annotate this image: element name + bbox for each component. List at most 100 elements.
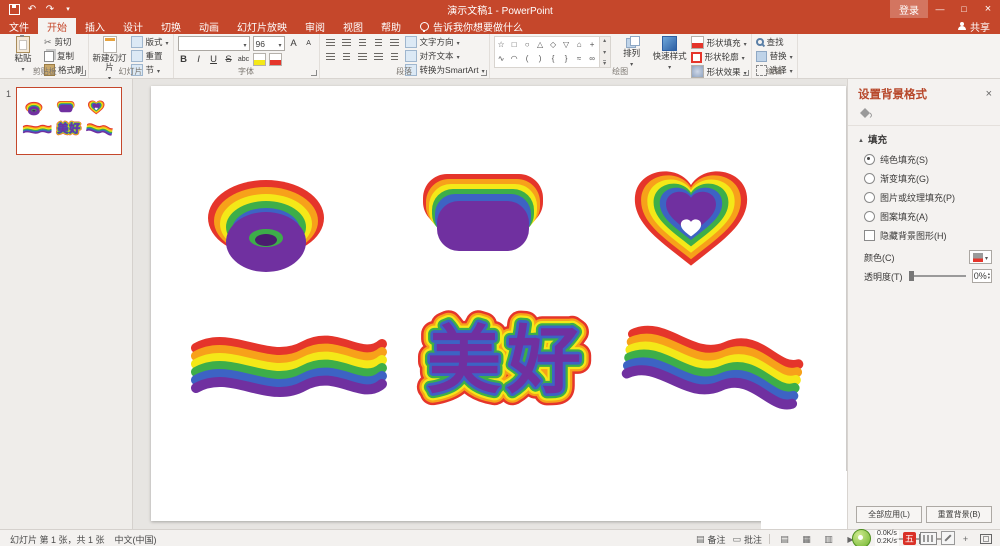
reset-background-button[interactable]: 重置背景(B) xyxy=(926,506,992,523)
slide-sorter-button[interactable] xyxy=(799,534,814,545)
bold-button[interactable]: B xyxy=(178,54,190,65)
shape-gallery-item[interactable]: ◠ xyxy=(508,51,521,65)
transparency-value-field[interactable]: 0% xyxy=(972,269,992,283)
tab-home[interactable]: 开始 xyxy=(38,18,76,34)
tab-design[interactable]: 设计 xyxy=(114,18,152,34)
picture-fill-radio[interactable]: 图片或纹理填充(P) xyxy=(848,188,1000,207)
replace-button[interactable]: 替换 xyxy=(756,50,793,62)
shape-fill-button[interactable]: 形状填充 xyxy=(691,36,747,49)
decrease-indent-button[interactable] xyxy=(356,36,369,48)
bullets-button[interactable] xyxy=(324,36,337,48)
slide-indicator[interactable]: 幻灯片 第 1 张，共 1 张 xyxy=(10,533,105,546)
tab-animations[interactable]: 动画 xyxy=(190,18,228,34)
align-left-button[interactable] xyxy=(324,50,337,62)
slide-canvas[interactable] xyxy=(133,79,847,529)
cut-button[interactable]: 剪切 xyxy=(44,36,84,48)
shape-gallery-item[interactable]: ≈ xyxy=(573,51,586,65)
underline-button[interactable]: U xyxy=(208,54,220,65)
clipboard-dialog-launcher[interactable] xyxy=(80,70,86,76)
gallery-scroll-down[interactable] xyxy=(603,49,606,56)
shape-gallery-item[interactable]: ▽ xyxy=(560,37,573,51)
shape-outline-button[interactable]: 形状轮廓 xyxy=(691,51,747,63)
undo-icon[interactable] xyxy=(26,3,38,15)
shapes-gallery[interactable]: ☆ □ ○ △ ◇ ▽ ⌂ + ∿ ◠ ( ) { } ≈ xyxy=(494,36,600,68)
slide[interactable] xyxy=(151,86,846,521)
qat-dropdown-icon[interactable] xyxy=(62,3,74,15)
arrange-button[interactable]: 排列 xyxy=(615,36,649,68)
align-center-button[interactable] xyxy=(340,50,353,62)
share-button[interactable]: 共享 xyxy=(948,18,1000,34)
reset-button[interactable]: 重置 xyxy=(131,50,169,62)
grow-font-button[interactable]: A xyxy=(288,38,300,49)
strikethrough-button[interactable]: S xyxy=(223,54,235,65)
clear-formatting-button[interactable]: abc xyxy=(238,56,250,63)
hide-background-checkbox[interactable]: 隐藏背景图形(H) xyxy=(848,226,1000,245)
line-spacing-button[interactable] xyxy=(388,36,401,48)
font-dialog-launcher[interactable] xyxy=(311,70,317,76)
font-color-button[interactable] xyxy=(269,53,282,66)
ime-badge[interactable]: 五 xyxy=(903,532,916,545)
solid-fill-radio[interactable]: 纯色填充(S) xyxy=(848,150,1000,169)
pattern-fill-radio[interactable]: 图案填充(A) xyxy=(848,207,1000,226)
fill-category-icon[interactable] xyxy=(848,104,1000,126)
shape-gallery-item[interactable]: ∿ xyxy=(495,51,508,65)
copy-button[interactable]: 复制 xyxy=(44,50,84,62)
shape-gallery-item[interactable]: ☆ xyxy=(495,37,508,51)
layout-button[interactable]: 版式 xyxy=(131,36,169,48)
shape-gallery-item[interactable]: ( xyxy=(521,51,534,65)
shape-gallery-item[interactable]: ⌂ xyxy=(573,37,586,51)
text-direction-button[interactable]: 文字方向 xyxy=(405,36,485,48)
shape-gallery-item[interactable]: ∞ xyxy=(586,51,599,65)
apply-to-all-button[interactable]: 全部应用(L) xyxy=(856,506,922,523)
shape-gallery-item[interactable]: ) xyxy=(534,51,547,65)
paragraph-dialog-launcher[interactable] xyxy=(481,70,487,76)
fit-slide-to-window-button[interactable] xyxy=(980,534,992,544)
drawing-dialog-launcher[interactable] xyxy=(743,70,749,76)
shape-gallery-item[interactable]: + xyxy=(586,37,599,51)
increase-indent-button[interactable] xyxy=(372,36,385,48)
shape-gallery-item[interactable]: { xyxy=(547,51,560,65)
find-button[interactable]: 查找 xyxy=(756,36,793,48)
minimize-button[interactable] xyxy=(928,0,952,18)
tell-me-search[interactable]: 告诉我你想要做什么 xyxy=(420,18,523,34)
gallery-scroll-up[interactable] xyxy=(603,37,606,44)
align-text-button[interactable]: 对齐文本 xyxy=(405,50,485,62)
reading-view-button[interactable] xyxy=(821,534,836,545)
maximize-button[interactable] xyxy=(952,0,976,18)
shape-gallery-item[interactable]: } xyxy=(560,51,573,65)
wrench-icon[interactable] xyxy=(941,531,955,545)
close-button[interactable] xyxy=(976,0,1000,18)
language-button[interactable]: 中文(中国) xyxy=(115,533,157,546)
font-size-combo[interactable]: 96 xyxy=(253,36,285,51)
keyboard-icon[interactable] xyxy=(920,532,937,545)
save-icon[interactable] xyxy=(9,4,20,15)
gradient-fill-radio[interactable]: 渐变填充(G) xyxy=(848,169,1000,188)
tab-view[interactable]: 视图 xyxy=(334,18,372,34)
shape-gallery-item[interactable]: △ xyxy=(534,37,547,51)
tab-transitions[interactable]: 切换 xyxy=(152,18,190,34)
spinner-icon[interactable] xyxy=(988,272,990,280)
shape-gallery-item[interactable]: ○ xyxy=(521,37,534,51)
tab-insert[interactable]: 插入 xyxy=(76,18,114,34)
sign-in-button[interactable]: 登录 xyxy=(890,0,928,18)
zoom-in-button[interactable] xyxy=(958,534,973,544)
shape-gallery-item[interactable]: ◇ xyxy=(547,37,560,51)
normal-view-button[interactable] xyxy=(777,534,792,545)
font-name-combo[interactable] xyxy=(178,36,250,51)
slide-thumbnail[interactable] xyxy=(16,87,122,155)
redo-icon[interactable] xyxy=(44,3,56,15)
comments-button[interactable]: 批注 xyxy=(732,533,762,546)
fill-section-header[interactable]: 填充 xyxy=(848,126,1000,150)
shrink-font-button[interactable]: A xyxy=(303,40,315,47)
tab-file[interactable]: 文件 xyxy=(0,18,38,34)
highlight-color-button[interactable] xyxy=(253,53,266,66)
shape-gallery-item[interactable]: □ xyxy=(508,37,521,51)
justify-button[interactable] xyxy=(372,50,385,62)
close-panel-icon[interactable] xyxy=(986,88,992,100)
slider-thumb[interactable] xyxy=(909,271,914,281)
columns-button[interactable] xyxy=(388,50,401,62)
tab-review[interactable]: 审阅 xyxy=(296,18,334,34)
tab-slideshow[interactable]: 幻灯片放映 xyxy=(228,18,296,34)
color-picker-button[interactable] xyxy=(969,250,992,264)
numbering-button[interactable] xyxy=(340,36,353,48)
